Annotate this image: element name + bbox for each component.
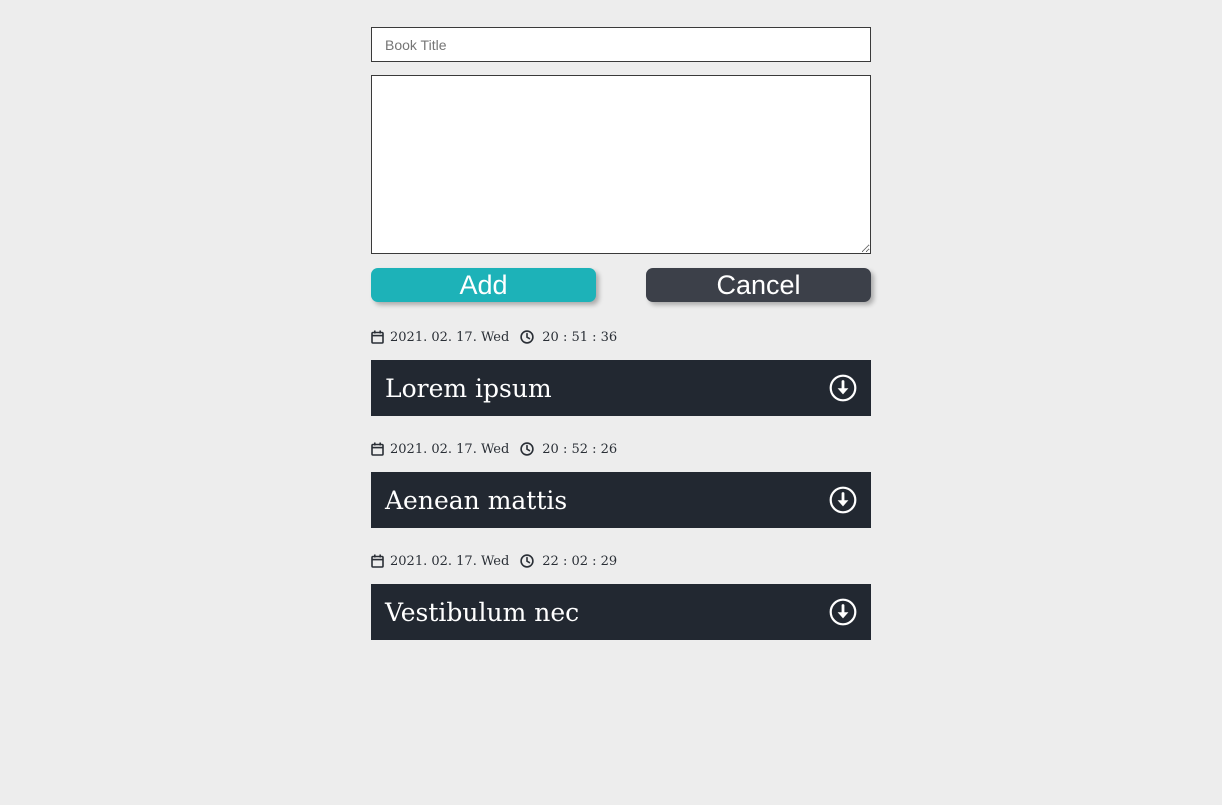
add-button[interactable]: Add xyxy=(371,268,596,302)
entry-meta: 2021. 02. 17. Wed 20 : 52 : 26 xyxy=(371,440,871,458)
entry-meta: 2021. 02. 17. Wed 22 : 02 : 29 xyxy=(371,552,871,570)
entry-date: 2021. 02. 17. Wed xyxy=(390,329,510,345)
entry-time: 20 : 52 : 26 xyxy=(542,441,618,457)
entry-time: 22 : 02 : 29 xyxy=(542,553,618,569)
book-note-form-container: Add Cancel 2021. 02. 17. Wed 20 : 51 : 3… xyxy=(371,27,871,640)
entry-title: Aenean mattis xyxy=(385,485,568,515)
entry-card[interactable]: Vestibulum nec xyxy=(371,584,871,640)
arrow-circle-down-icon[interactable] xyxy=(829,486,857,514)
entry-item: 2021. 02. 17. Wed 20 : 51 : 36 Lorem ips… xyxy=(371,328,871,416)
clock-icon xyxy=(520,330,534,344)
book-title-input[interactable] xyxy=(371,27,871,62)
calendar-icon xyxy=(371,330,384,344)
arrow-circle-down-icon[interactable] xyxy=(829,374,857,402)
form-button-row: Add Cancel xyxy=(371,268,871,302)
arrow-circle-down-icon[interactable] xyxy=(829,598,857,626)
entry-item: 2021. 02. 17. Wed 20 : 52 : 26 Aenean ma… xyxy=(371,440,871,528)
entry-meta: 2021. 02. 17. Wed 20 : 51 : 36 xyxy=(371,328,871,346)
entry-card[interactable]: Aenean mattis xyxy=(371,472,871,528)
clock-icon xyxy=(520,554,534,568)
cancel-button[interactable]: Cancel xyxy=(646,268,871,302)
clock-icon xyxy=(520,442,534,456)
entry-date: 2021. 02. 17. Wed xyxy=(390,441,510,457)
entry-title: Vestibulum nec xyxy=(385,597,580,627)
book-note-textarea[interactable] xyxy=(371,75,871,254)
calendar-icon xyxy=(371,554,384,568)
entry-item: 2021. 02. 17. Wed 22 : 02 : 29 Vestibulu… xyxy=(371,552,871,640)
calendar-icon xyxy=(371,442,384,456)
entry-list: 2021. 02. 17. Wed 20 : 51 : 36 Lorem ips… xyxy=(371,328,871,640)
entry-time: 20 : 51 : 36 xyxy=(542,329,618,345)
entry-card[interactable]: Lorem ipsum xyxy=(371,360,871,416)
entry-date: 2021. 02. 17. Wed xyxy=(390,553,510,569)
entry-title: Lorem ipsum xyxy=(385,373,552,403)
